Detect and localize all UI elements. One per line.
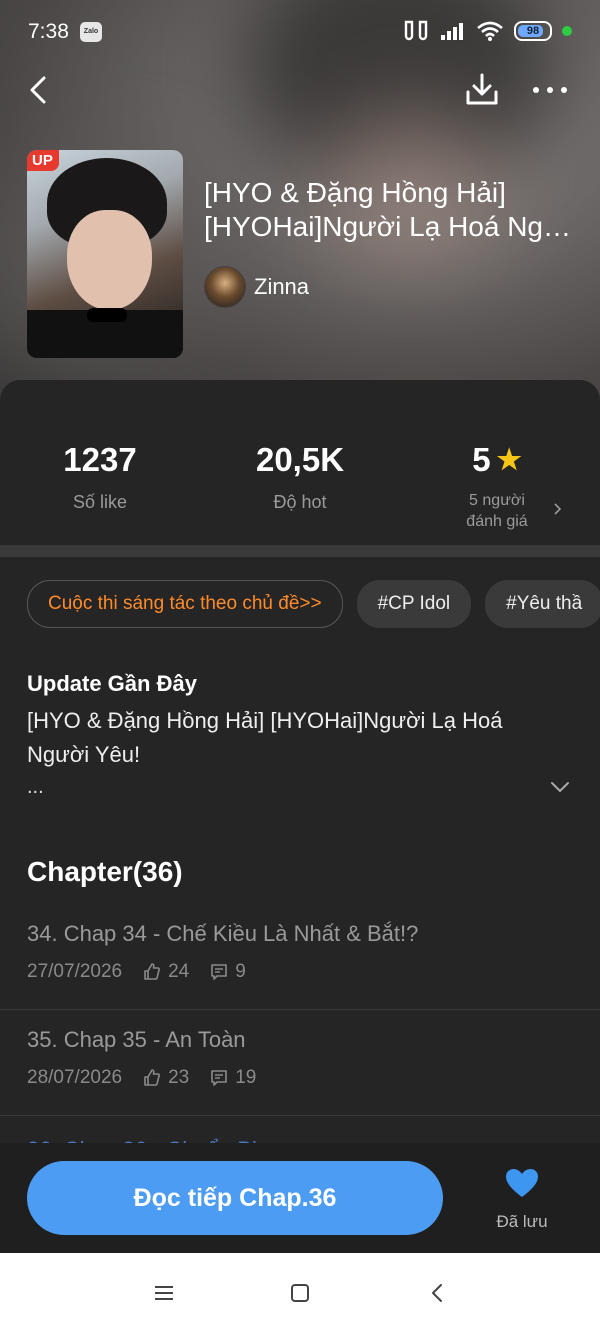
book-title-line2: [HYOHai]Người Lạ Hoá Người Yêu! [204, 211, 574, 242]
chevron-right-icon[interactable] [551, 503, 563, 515]
back-arrow-icon[interactable] [22, 72, 58, 108]
battery-icon: 98 [514, 21, 552, 41]
author-name[interactable]: Zinna [254, 274, 309, 300]
stat-rating-value-wrap: 5 ★ [397, 440, 597, 480]
chapter-likes: 23 [142, 1067, 189, 1089]
top-navigation [0, 62, 600, 118]
wifi-icon [477, 21, 503, 41]
tag-cp-idol[interactable]: #CP Idol [356, 580, 472, 628]
tag-contest[interactable]: Cuộc thi sáng tác theo chủ đề>> [27, 580, 343, 628]
earbuds-icon [404, 20, 428, 41]
author-avatar[interactable] [204, 266, 246, 308]
back-triangle-icon[interactable] [424, 1279, 452, 1307]
stat-rating-label-line2: đánh giá [466, 513, 528, 530]
stat-rating[interactable]: 5 ★ 5 người đánh giá [397, 440, 597, 532]
stat-likes-value: 1237 [63, 441, 137, 478]
chapter-date: 28/07/2026 [27, 1067, 123, 1088]
tag-yeu-tham[interactable]: #Yêu thầ [485, 580, 600, 628]
stat-likes: 1237 Số like [0, 440, 200, 513]
bottom-action-bar: Đọc tiếp Chap.36 Đã lưu [0, 1143, 600, 1253]
author[interactable]: Zinna [204, 266, 309, 308]
chapter-comments: 19 [209, 1067, 256, 1089]
more-options-icon[interactable] [530, 72, 570, 108]
chapter-heading: Chapter(36) [27, 856, 183, 887]
status-time: 7:38 [28, 20, 69, 43]
system-navigation-bar [0, 1253, 600, 1333]
chapter-title[interactable]: 35. Chap 35 - An Toàn [27, 1027, 246, 1053]
stat-rating-label: 5 người đánh giá [397, 490, 597, 532]
chapter-likes-count: 23 [168, 1067, 190, 1088]
stat-rating-value: 5 [472, 441, 491, 478]
chapter-likes-count: 24 [168, 961, 190, 982]
home-square-icon[interactable] [286, 1279, 314, 1307]
chapter-comments-count: 19 [235, 1067, 257, 1088]
book-cover[interactable]: UP [27, 150, 183, 358]
battery-level: 98 [526, 25, 540, 37]
saved-button[interactable]: Đã lưu [488, 1167, 556, 1232]
comment-icon [211, 1070, 228, 1086]
stat-rating-label-line1: 5 người [469, 492, 525, 509]
comment-icon [211, 964, 228, 980]
stat-hot-value: 20,5K [255, 441, 345, 478]
update-ellipsis: ... [27, 776, 44, 798]
menu-icon[interactable] [150, 1279, 178, 1307]
chapter-row[interactable]: 34. Chap 34 - Chế Kiều Là Nhất & Bắt!? 2… [0, 903, 600, 1010]
thumbs-up-icon [144, 1069, 161, 1086]
stats-row: 1237 Số like 20,5K Độ hot 5 ★ 5 người đán… [0, 440, 600, 540]
stat-hot-label: Độ hot [273, 492, 327, 512]
book-title-line1: [HYO & Đặng Hồng Hải] [204, 177, 506, 208]
active-indicator-icon [562, 26, 572, 36]
thumbs-up-icon [144, 963, 161, 980]
chapter-likes: 24 [142, 961, 189, 983]
saved-label: Đã lưu [496, 1212, 548, 1231]
signal-icon [441, 23, 463, 40]
tag-list: Cuộc thi sáng tác theo chủ đề>> #CP Idol… [27, 580, 600, 628]
status-icons: 98 [402, 20, 572, 42]
chapter-title[interactable]: 34. Chap 34 - Chế Kiều Là Nhất & Bắt!? [27, 921, 418, 947]
stat-hot: 20,5K Độ hot [200, 440, 400, 513]
chapter-meta: 27/07/2026 24 9 [27, 961, 246, 983]
status-bar: 7:38 Zalo 98 [0, 0, 600, 66]
chapter-meta: 28/07/2026 23 19 [27, 1067, 256, 1089]
stat-likes-label: Số like [72, 492, 128, 512]
book-title: [HYO & Đặng Hồng Hải] [HYOHai]Người Lạ H… [204, 176, 574, 244]
star-icon: ★ [496, 444, 522, 475]
zalo-notification-icon: Zalo [80, 22, 102, 42]
chapter-comments: 9 [209, 961, 246, 983]
download-icon[interactable] [462, 70, 502, 110]
chapter-comments-count: 9 [235, 961, 246, 982]
heart-icon[interactable] [504, 1167, 540, 1199]
continue-reading-button[interactable]: Đọc tiếp Chap.36 [27, 1161, 443, 1235]
chevron-down-icon[interactable] [550, 780, 570, 794]
chapter-row[interactable]: 35. Chap 35 - An Toàn 28/07/2026 23 19 [0, 1009, 600, 1116]
up-badge: UP [27, 150, 59, 171]
section-divider [0, 545, 600, 557]
update-heading: Update Gần Đây [27, 671, 197, 696]
update-text: [HYO & Đặng Hồng Hải] [HYOHai]Người Lạ H… [27, 708, 503, 767]
chapter-date: 27/07/2026 [27, 961, 123, 982]
